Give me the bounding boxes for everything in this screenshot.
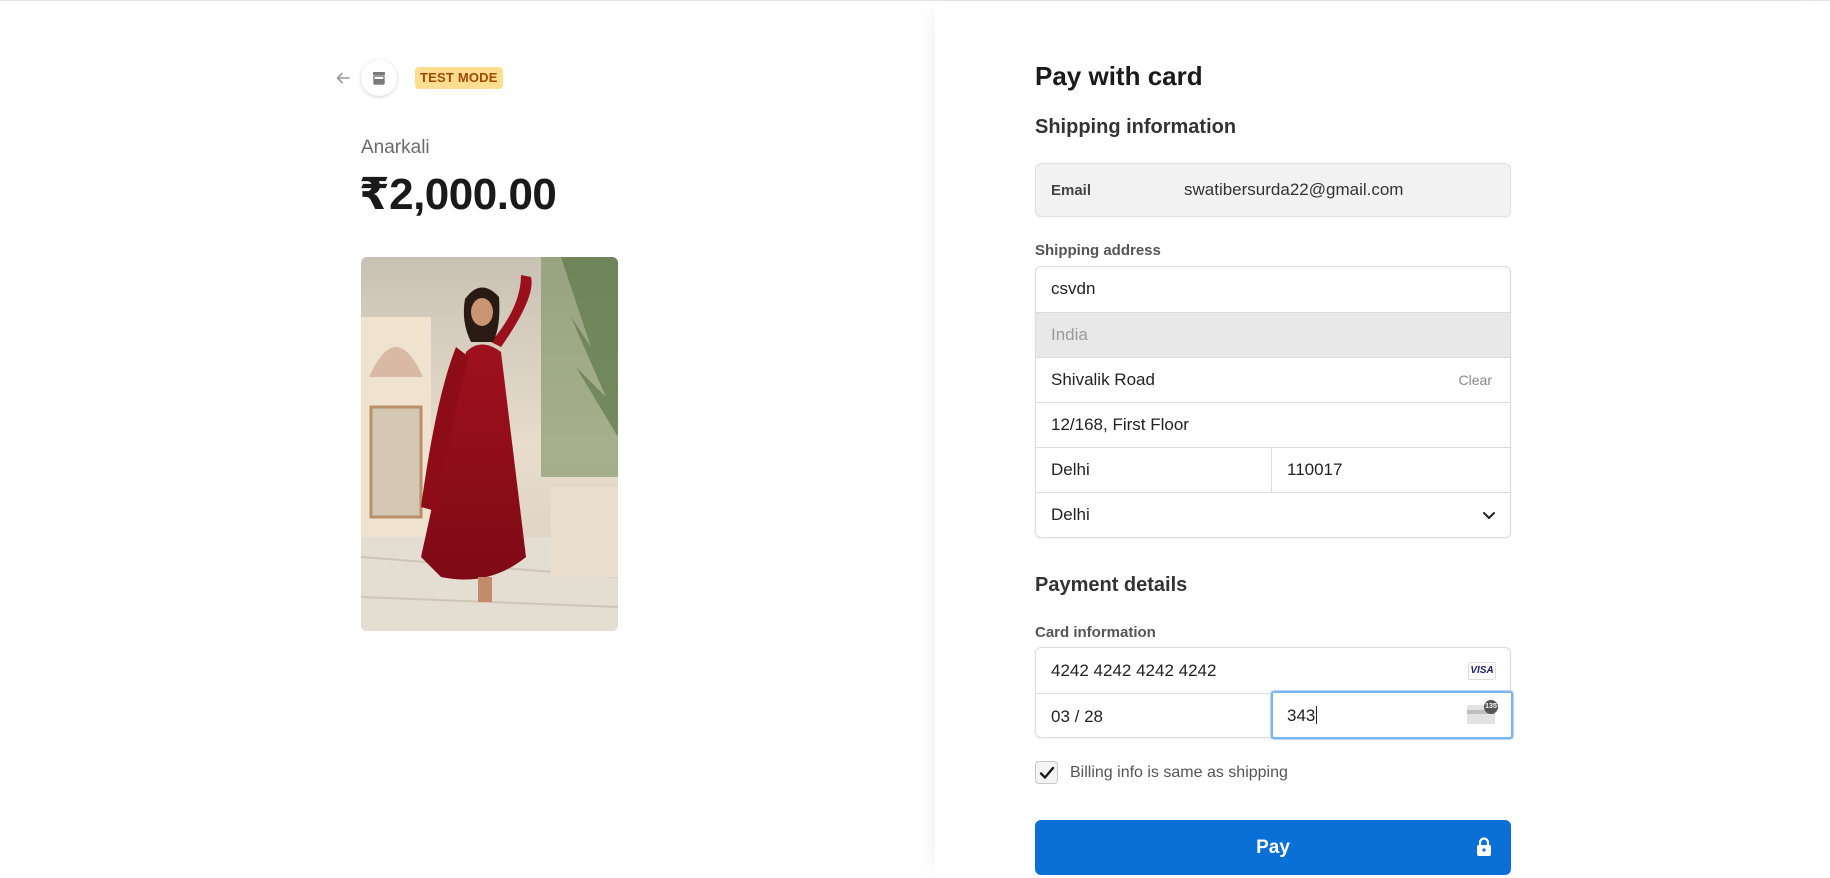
state-select[interactable]: Delhi [1036, 492, 1510, 537]
cvc-value: 343 [1287, 706, 1318, 725]
store-button[interactable] [361, 60, 397, 96]
cvc-card-icon: 135 [1467, 700, 1498, 724]
address-line2-value: 12/168, First Floor [1051, 415, 1189, 434]
full-name-value: csvdn [1051, 279, 1096, 298]
pay-button[interactable]: Pay [1035, 820, 1511, 875]
payment-heading: Payment details [1035, 574, 1188, 596]
arrow-left-icon [336, 72, 350, 84]
lock-icon [1477, 837, 1491, 856]
expiry-input[interactable]: 03 / 28 [1036, 693, 1272, 738]
postal-code-value: 110017 [1287, 460, 1343, 479]
product-price: ₹2,000.00 [359, 170, 557, 219]
product-name: Anarkali [361, 137, 430, 158]
city-input[interactable]: Delhi [1036, 448, 1272, 493]
country-value: India [1051, 325, 1088, 344]
address-line1-value: Shivalik Road [1051, 370, 1155, 389]
page-title: Pay with card [1035, 61, 1203, 91]
store-icon [373, 72, 385, 85]
checkmark-icon [1039, 766, 1054, 779]
shipping-address-group: csvdn India Shivalik Road Clear 12/168, … [1035, 266, 1511, 538]
state-value: Delhi [1051, 505, 1090, 524]
email-value[interactable]: swatibersurda22@gmail.com [1184, 180, 1403, 200]
address-line2-input[interactable]: 12/168, First Floor [1036, 402, 1510, 447]
cvc-input[interactable]: 343 135 [1271, 691, 1513, 739]
order-summary-panel: TEST MODE Anarkali ₹2,000.00 [0, 1, 935, 878]
shipping-heading: Shipping information [1035, 116, 1237, 138]
visa-icon: VISA [1468, 662, 1496, 680]
card-number-value: 4242 4242 4242 4242 [1051, 661, 1217, 680]
address-line1-input[interactable]: Shivalik Road Clear [1036, 357, 1510, 402]
pay-button-label: Pay [1256, 837, 1290, 858]
billing-same-label: Billing info is same as shipping [1070, 764, 1288, 781]
cvc-badge: 135 [1484, 700, 1498, 714]
city-postal-row: Delhi 110017 [1036, 447, 1510, 493]
product-image [361, 257, 618, 631]
card-info-group: 4242 4242 4242 4242 VISA 03 / 28 343 135 [1035, 647, 1513, 739]
shipping-address-label: Shipping address [1035, 242, 1161, 259]
full-name-input[interactable]: csvdn [1036, 267, 1510, 312]
email-field[interactable]: Email swatibersurda22@gmail.com [1035, 163, 1511, 217]
card-info-label: Card information [1035, 624, 1156, 641]
city-value: Delhi [1051, 460, 1090, 479]
test-mode-badge: TEST MODE [415, 67, 503, 89]
text-caret [1316, 706, 1318, 724]
billing-same-checkbox[interactable] [1035, 761, 1058, 784]
expiry-value: 03 / 28 [1051, 707, 1103, 726]
postal-code-input[interactable]: 110017 [1272, 448, 1510, 493]
card-number-input[interactable]: 4242 4242 4242 4242 VISA [1036, 648, 1512, 693]
country-field: India [1036, 312, 1510, 357]
email-label: Email [1051, 182, 1092, 199]
clear-address-button[interactable]: Clear [1459, 372, 1492, 388]
back-button[interactable] [330, 65, 356, 91]
chevron-down-icon [1483, 512, 1495, 519]
